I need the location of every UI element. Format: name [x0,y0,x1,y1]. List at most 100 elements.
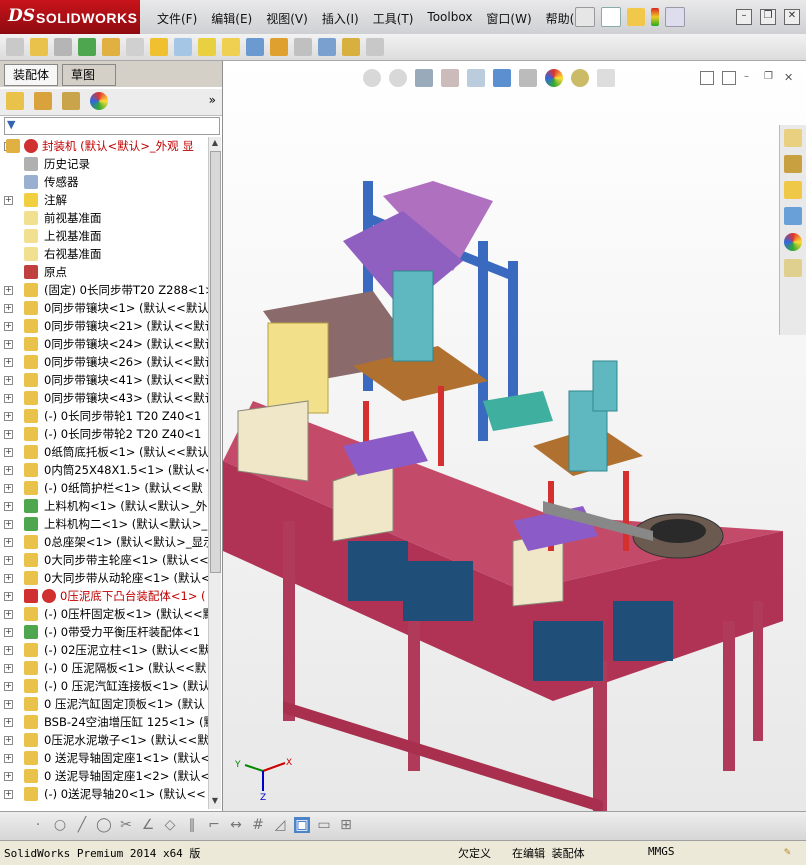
tree-item[interactable]: +0同步带镶块<41> (默认<<默认 [0,371,208,389]
tree-item[interactable]: 前视基准面 [0,209,208,227]
paperclip-icon[interactable] [54,38,72,56]
expand-toggle-icon[interactable]: + [4,394,13,403]
expand-toggle-icon[interactable]: + [4,358,13,367]
expand-toggle-icon[interactable]: + [4,772,13,781]
expand-toggle-icon[interactable]: + [4,664,13,673]
tree-item[interactable]: +0大同步带主轮座<1> (默认<<默 [0,551,208,569]
tree-scrollbar[interactable]: ▲ ▼ [208,137,221,809]
expand-toggle-icon[interactable]: + [4,502,13,511]
expand-toggle-icon[interactable]: + [4,466,13,475]
insert-component-icon[interactable] [30,38,48,56]
unit-system[interactable]: MMGS [648,845,675,858]
bill-of-materials-icon[interactable] [270,38,288,56]
mirror-icon[interactable]: ◇ [162,817,178,833]
appearances-icon[interactable] [784,233,802,251]
tree-item[interactable]: + (-) 0长同步带轮1 T20 Z40<1 [0,407,208,425]
expand-toggle-icon[interactable]: + [4,448,13,457]
expand-panel-icon[interactable]: » [209,93,216,107]
menu-file[interactable]: 文件(F) [150,10,204,27]
notes-icon[interactable]: ✎ [784,845,791,858]
design-library-icon[interactable] [784,155,802,173]
component-pattern-icon[interactable] [102,38,120,56]
expand-toggle-icon[interactable]: + [4,718,13,727]
expand-toggle-icon[interactable]: + [4,592,13,601]
tree-item[interactable]: + (-) 0纸筒护栏<1> (默认<<默 [0,479,208,497]
grid-icon[interactable]: # [250,817,266,833]
expand-toggle-icon[interactable]: + [4,196,13,205]
menu-window[interactable]: 窗口(W) [479,10,538,27]
close-icon[interactable]: ✕ [784,9,800,25]
tree-item[interactable]: +0 送泥导轴固定座1<1> (默认< [0,749,208,767]
expand-toggle-icon[interactable]: + [4,340,13,349]
minimize-icon[interactable]: – [736,9,752,25]
tree-item[interactable]: +0压泥水泥墩子<1> (默认<<默认 [0,731,208,749]
new-motion-study-icon[interactable] [246,38,264,56]
expand-toggle-icon[interactable]: + [4,484,13,493]
expand-toggle-icon[interactable]: + [4,520,13,529]
tree-item[interactable]: + BSB-24空油增压缸 125<1> (默 [0,713,208,731]
tree-filter-input[interactable]: ▼ [4,117,220,135]
menu-insert[interactable]: 插入(I) [315,10,366,27]
menu-toolbox[interactable]: Toolbox [420,10,479,27]
point-icon[interactable]: · [30,817,46,833]
expand-toggle-icon[interactable]: + [4,610,13,619]
reference-geometry-icon[interactable] [222,38,240,56]
expand-toggle-icon[interactable]: + [4,538,13,547]
tree-item[interactable]: + (固定) 0长同步带T20 Z288<1> [0,281,208,299]
tree-item[interactable]: + 注解 [0,191,208,209]
feature-manager-icon[interactable] [6,92,24,110]
large-assembly-icon[interactable] [342,38,360,56]
file-explorer-icon[interactable] [784,181,802,199]
scroll-thumb[interactable] [210,151,221,573]
tree-item[interactable]: 传感器 [0,173,208,191]
expand-toggle-icon[interactable]: + [4,304,13,313]
tree-item[interactable]: +0同步带镶块<43> (默认<<默认 [0,389,208,407]
open-folder-icon[interactable] [627,8,645,26]
tree-item[interactable]: 右视基准面 [0,245,208,263]
solidworks-logo[interactable]: DS SOLIDWORKS [0,0,140,34]
tree-item[interactable]: +0总座架<1> (默认<默认>_显示 [0,533,208,551]
configuration-manager-icon[interactable] [62,92,80,110]
scroll-down-icon[interactable]: ▼ [210,796,220,808]
measure-icon[interactable]: ◿ [272,817,288,833]
graphics-viewport[interactable]: – ❐ ✕ X Y Z [223,61,806,811]
shaded-view-icon[interactable]: ▣ [294,817,310,833]
tree-item[interactable]: 原点 [0,263,208,281]
single-view-icon[interactable]: ▭ [316,817,332,833]
expand-toggle-icon[interactable]: + [4,574,13,583]
tree-item[interactable]: +0同步带镶块<26> (默认<<默认 [0,353,208,371]
mate-icon[interactable] [78,38,96,56]
view-palette-icon[interactable] [784,207,802,225]
tree-item[interactable]: + (-) 0 压泥隔板<1> (默认<<默 [0,659,208,677]
expand-toggle-icon[interactable]: + [4,412,13,421]
help-icon[interactable] [665,7,685,27]
snapshot-icon[interactable] [366,38,384,56]
scroll-up-icon[interactable]: ▲ [210,138,220,150]
rebuild-icon[interactable] [6,38,24,56]
tree-item[interactable]: + (-) 0 压泥汽缸连接板<1> (默认 [0,677,208,695]
trim-icon[interactable]: ✂ [118,817,134,833]
expand-toggle-icon[interactable]: + [4,682,13,691]
tree-item[interactable]: + (-) 0压杆固定板<1> (默认<<默 [0,605,208,623]
show-hidden-icon[interactable] [174,38,192,56]
tree-item[interactable]: +0同步带镶块<24> (默认<<默认 [0,335,208,353]
property-manager-icon[interactable] [34,92,52,110]
tree-item[interactable]: 上视基准面 [0,227,208,245]
instant3d-icon[interactable] [318,38,336,56]
pin-icon[interactable] [575,7,595,27]
tree-item[interactable]: +0 送泥导轴固定座1<2> (默认< [0,767,208,785]
line-icon[interactable]: ╱ [74,817,90,833]
tab-assembly[interactable]: 装配体 [4,64,59,86]
expand-toggle-icon[interactable]: + [4,646,13,655]
menu-view[interactable]: 视图(V) [259,10,315,27]
tree-item[interactable]: +0 压泥汽缸固定顶板<1> (默认 [0,695,208,713]
tree-item[interactable]: 历史记录 [0,155,208,173]
exploded-view-icon[interactable] [294,38,312,56]
home-icon[interactable] [784,129,802,147]
tree-item[interactable]: +0压泥底下凸台装配体<1> ( [0,587,208,605]
tree-item[interactable]: +0大同步带从动轮座<1> (默认<< [0,569,208,587]
expand-toggle-icon[interactable]: + [4,754,13,763]
expand-toggle-icon[interactable]: + [4,376,13,385]
restore-icon[interactable]: ❐ [760,9,776,25]
tree-item[interactable]: -封装机 (默认<默认>_外观 显 [0,137,208,155]
